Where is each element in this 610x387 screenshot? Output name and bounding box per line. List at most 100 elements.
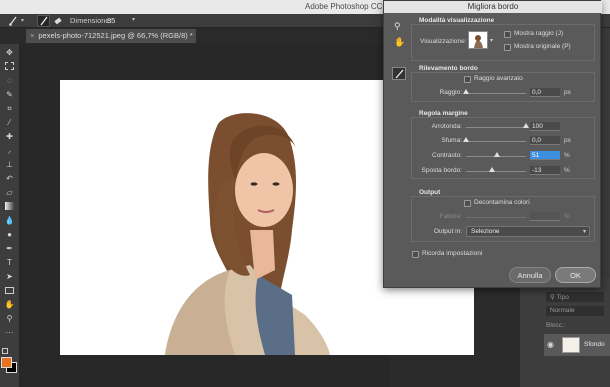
- clone-stamp-tool-icon[interactable]: ⊥: [3, 159, 16, 170]
- show-original-checkbox[interactable]: [504, 44, 511, 51]
- gradient-tool-icon[interactable]: [3, 201, 16, 212]
- layer-kind-placeholder: Tipo: [556, 294, 569, 301]
- decontaminate-label: Decontamina colori: [474, 199, 530, 206]
- shift-edge-label: Sposta bordo:: [421, 167, 462, 174]
- amount-value: [530, 212, 560, 221]
- output-to-select[interactable]: Selezione ▾: [466, 226, 590, 237]
- radius-label: Raggio:: [439, 89, 462, 96]
- output-to-chevron-icon: ▾: [582, 229, 586, 235]
- size-label: Dimensione:: [70, 16, 112, 25]
- feather-unit: px: [564, 137, 571, 144]
- smooth-slider-thumb[interactable]: [523, 123, 529, 128]
- document-tab-label: pexels-photo-712521.jpeg @ 66,7% (RGB/8)…: [38, 31, 193, 40]
- view-mode-title: Modalità visualizzazione: [419, 17, 495, 24]
- amount-unit: %: [564, 213, 570, 220]
- zoom-icon[interactable]: ⚲: [394, 21, 401, 32]
- refine-edge-dialog: Migliora bordo ⚲ ✋ Modalità visualizzazi…: [383, 0, 602, 288]
- smooth-slider[interactable]: [466, 127, 526, 128]
- brush-icon[interactable]: [8, 16, 18, 26]
- feather-slider[interactable]: [466, 141, 526, 142]
- view-dropdown-icon[interactable]: ▾: [490, 37, 493, 44]
- dodge-tool-icon[interactable]: ●: [3, 229, 16, 240]
- contrast-unit: %: [564, 152, 570, 159]
- tab-close-icon[interactable]: ×: [30, 31, 34, 40]
- show-radius-checkbox[interactable]: [504, 31, 511, 38]
- amount-slider: [466, 217, 526, 218]
- chevron-down-icon[interactable]: ▾: [21, 17, 24, 24]
- zoom-tool-icon[interactable]: ⚲: [3, 313, 16, 324]
- layer-thumbnail: [562, 337, 580, 353]
- blend-mode-select[interactable]: Normale: [546, 306, 604, 316]
- shape-tool-icon[interactable]: [3, 285, 16, 296]
- feather-value[interactable]: 0,0: [530, 136, 560, 145]
- document-tab[interactable]: × pexels-photo-712521.jpeg @ 66,7% (RGB/8…: [26, 29, 196, 43]
- app-title: Adobe Photoshop CC 2: [305, 2, 390, 11]
- show-radius-label: Mostra raggio (J): [514, 30, 564, 37]
- output-to-value: Selezione: [471, 228, 500, 235]
- hand-tool-icon[interactable]: ✋: [3, 299, 16, 310]
- default-colors-icon[interactable]: [2, 348, 8, 354]
- contrast-label: Contrasto:: [432, 152, 462, 159]
- show-original-label: Mostra originale (P): [514, 43, 571, 50]
- pen-tool-icon[interactable]: ✒: [3, 243, 16, 254]
- view-label: Visualizzazione:: [420, 38, 467, 45]
- radius-value[interactable]: 0,0: [530, 88, 560, 97]
- feather-label: Sfuma:: [441, 137, 462, 144]
- cancel-button[interactable]: Annulla: [509, 267, 551, 283]
- healing-brush-tool-icon[interactable]: ✚: [3, 131, 16, 142]
- visibility-eye-icon[interactable]: ◉: [547, 340, 554, 349]
- dialog-title: Migliora bordo: [384, 1, 602, 13]
- shift-edge-value[interactable]: -13: [530, 166, 560, 175]
- marquee-tool-icon[interactable]: [3, 61, 16, 72]
- smooth-value[interactable]: 100: [530, 122, 560, 131]
- document-tab-bar: × pexels-photo-712521.jpeg @ 66,7% (RGB/8…: [20, 28, 390, 44]
- smooth-label: Arrotonda:: [431, 123, 462, 130]
- output-title: Output: [419, 189, 441, 196]
- blend-mode-value: Normale: [550, 307, 575, 314]
- decontaminate-checkbox[interactable]: [464, 200, 471, 207]
- layer-kind-filter[interactable]: ⚲ Tipo: [546, 292, 604, 302]
- hand-icon[interactable]: ✋: [394, 37, 405, 48]
- contrast-slider-thumb[interactable]: [493, 152, 500, 157]
- foreground-color-swatch[interactable]: [1, 357, 12, 368]
- radius-slider[interactable]: [466, 93, 526, 94]
- canvas-area[interactable]: [20, 44, 474, 387]
- move-tool-icon[interactable]: ✥: [3, 47, 16, 58]
- edge-detection-title: Rilevamento bordo: [419, 65, 478, 72]
- shift-edge-unit: %: [564, 167, 570, 174]
- brush-tool-icon[interactable]: ⸝: [3, 145, 16, 156]
- shift-edge-slider[interactable]: [466, 171, 526, 172]
- remember-settings-label: Ricorda impostazioni: [422, 250, 483, 257]
- contrast-value[interactable]: 51: [530, 151, 560, 160]
- history-brush-tool-icon[interactable]: ↶: [3, 173, 16, 184]
- eraser-tool-icon[interactable]: ▱: [3, 187, 16, 198]
- layer-name: Sfondo: [584, 341, 605, 348]
- adjust-edge-title: Regola margine: [419, 110, 468, 117]
- smart-radius-label: Raggio avanzato: [474, 75, 523, 82]
- more-tools-icon[interactable]: ···: [3, 327, 16, 338]
- shift-edge-slider-thumb[interactable]: [489, 167, 496, 172]
- lasso-tool-icon[interactable]: ◌: [3, 75, 16, 86]
- refine-radius-tool-icon[interactable]: [392, 67, 406, 80]
- feather-slider-thumb[interactable]: [463, 137, 469, 142]
- quick-selection-tool-icon[interactable]: ✎: [3, 89, 16, 100]
- path-selection-tool-icon[interactable]: ➤: [3, 271, 16, 282]
- type-tool-icon[interactable]: T: [3, 257, 16, 268]
- size-dropdown-icon[interactable]: ▾: [132, 16, 135, 23]
- remember-settings-checkbox[interactable]: [412, 251, 419, 258]
- crop-tool-icon[interactable]: ⌗: [3, 103, 16, 114]
- tools-panel: ✥ ◌ ✎ ⌗ ⁄ ✚ ⸝ ⊥ ↶ ▱ 💧 ● ✒ T ➤ ✋ ⚲ ···: [0, 44, 20, 387]
- eyedropper-tool-icon[interactable]: ⁄: [3, 117, 16, 128]
- ok-button[interactable]: OK: [555, 267, 596, 283]
- radius-slider-thumb[interactable]: [463, 89, 469, 94]
- eraser-icon[interactable]: [53, 16, 63, 26]
- smart-radius-checkbox[interactable]: [464, 76, 471, 83]
- lock-label: Blocc.:: [546, 322, 566, 329]
- amount-label: Fattore:: [439, 213, 462, 220]
- output-to-label: Output in:: [433, 228, 462, 235]
- radius-unit: px: [564, 89, 571, 96]
- size-value[interactable]: 35: [107, 16, 115, 25]
- blur-tool-icon[interactable]: 💧: [3, 215, 16, 226]
- view-thumbnail[interactable]: [468, 31, 488, 49]
- refine-radius-brush-icon[interactable]: [37, 15, 50, 27]
